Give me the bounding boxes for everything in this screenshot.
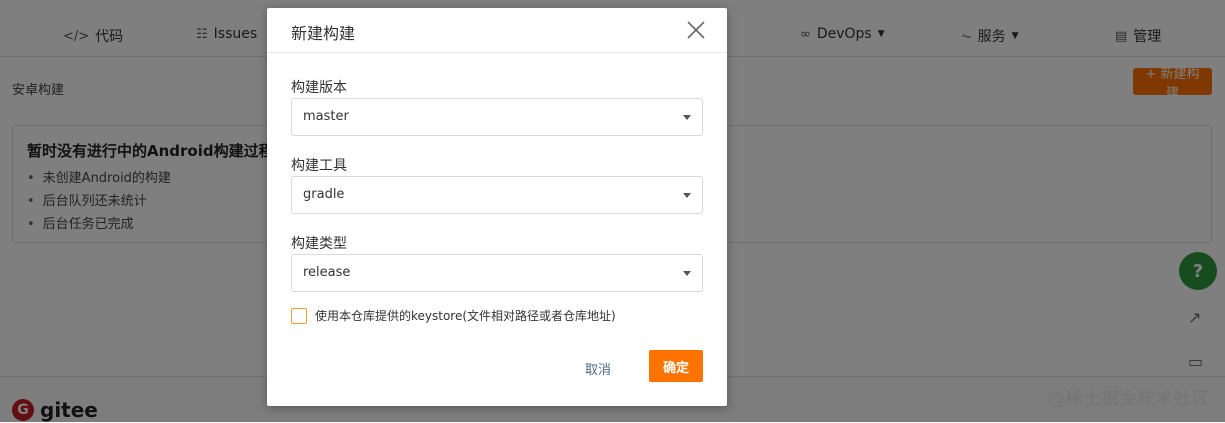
confirm-button[interactable]: 确定 bbox=[649, 350, 703, 382]
build-tool-label: 构建工具 bbox=[291, 158, 347, 174]
keystore-checkbox-label[interactable]: 使用本仓库提供的keystore(文件相对路径或者仓库地址) bbox=[315, 307, 616, 324]
caret-down-icon bbox=[683, 115, 691, 120]
build-type-select[interactable]: release bbox=[291, 254, 703, 292]
keystore-checkbox[interactable] bbox=[291, 307, 307, 324]
cancel-button[interactable]: 取消 bbox=[585, 359, 611, 378]
build-tool-select[interactable]: gradle bbox=[291, 176, 703, 214]
select-value: gradle bbox=[303, 187, 345, 202]
close-icon[interactable] bbox=[685, 19, 707, 41]
build-version-label: 构建版本 bbox=[291, 80, 347, 96]
keystore-option[interactable]: 使用本仓库提供的keystore(文件相对路径或者仓库地址) bbox=[291, 307, 616, 324]
close-icon-graphic bbox=[687, 21, 705, 39]
caret-down-icon bbox=[683, 271, 691, 276]
build-version-select[interactable]: master bbox=[291, 98, 703, 136]
select-value: master bbox=[303, 109, 349, 124]
dialog-header: 新建构建 bbox=[267, 8, 727, 53]
caret-down-icon bbox=[683, 193, 691, 198]
select-value: release bbox=[303, 265, 351, 280]
dialog-title: 新建构建 bbox=[291, 24, 356, 43]
new-build-dialog: 新建构建 构建版本 master 构建工具 gradle 构建类型 releas… bbox=[267, 8, 727, 406]
build-type-label: 构建类型 bbox=[291, 236, 347, 252]
